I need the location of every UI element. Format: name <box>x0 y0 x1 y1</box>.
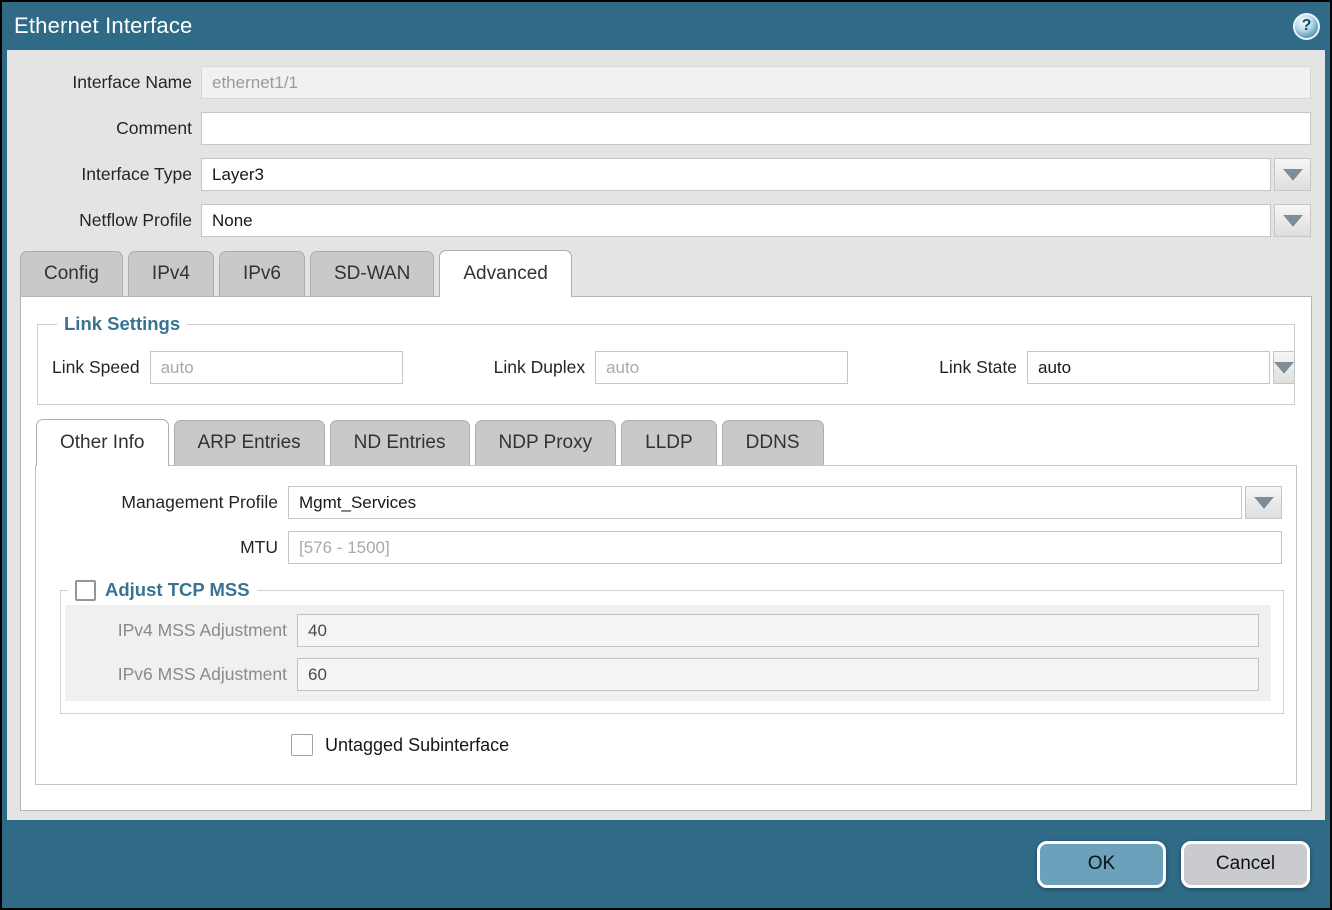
adjust-tcp-mss-fieldset: Adjust TCP MSS IPv4 MSS Adjustment IPv6 … <box>60 579 1284 714</box>
link-settings-fieldset: Link Settings Link Speed Link Duplex Lin… <box>37 313 1295 405</box>
tab-ipv6[interactable]: IPv6 <box>219 251 305 296</box>
chevron-down-icon <box>1283 215 1303 227</box>
netflow-profile-value[interactable] <box>201 204 1271 237</box>
interface-name-label: Interface Name <box>7 72 201 93</box>
link-state-select <box>1027 351 1280 384</box>
link-duplex-group: Link Duplex <box>494 351 848 384</box>
tab-ndp-proxy[interactable]: NDP Proxy <box>475 420 617 465</box>
mtu-row: MTU <box>36 531 1282 564</box>
link-settings-legend: Link Settings <box>57 313 187 335</box>
adjust-tcp-mss-checkbox[interactable] <box>75 580 96 601</box>
dialog-body: Interface Name Comment Interface Type Ne… <box>7 50 1325 820</box>
ok-button[interactable]: OK <box>1037 841 1166 888</box>
tab-lldp[interactable]: LLDP <box>621 420 717 465</box>
management-profile-label: Management Profile <box>36 492 288 513</box>
tab-nd-entries[interactable]: ND Entries <box>330 420 470 465</box>
adjust-tcp-mss-legend-text: Adjust TCP MSS <box>105 579 250 601</box>
link-settings-row: Link Speed Link Duplex Link State <box>52 351 1280 384</box>
tab-sdwan[interactable]: SD-WAN <box>310 251 434 296</box>
tab-config[interactable]: Config <box>20 251 123 296</box>
tab-ddns[interactable]: DDNS <box>722 420 824 465</box>
link-state-label: Link State <box>939 357 1027 378</box>
dialog-titlebar: Ethernet Interface ? <box>2 2 1330 50</box>
untagged-subinterface-row: Untagged Subinterface <box>291 734 1296 756</box>
tab-advanced[interactable]: Advanced <box>439 250 572 297</box>
interface-type-row: Interface Type <box>7 158 1311 191</box>
link-state-dropdown-button[interactable] <box>1273 351 1295 384</box>
management-profile-value[interactable] <box>288 486 1242 519</box>
link-state-group: Link State <box>939 351 1280 384</box>
link-speed-label: Link Speed <box>52 357 150 378</box>
link-duplex-field[interactable] <box>595 351 848 384</box>
ethernet-interface-dialog: Ethernet Interface ? Interface Name Comm… <box>0 0 1332 910</box>
comment-label: Comment <box>7 118 201 139</box>
ipv6-mss-row: IPv6 MSS Adjustment <box>65 658 1259 691</box>
tab-other-info[interactable]: Other Info <box>36 419 169 466</box>
cancel-button[interactable]: Cancel <box>1181 841 1310 888</box>
chevron-down-icon <box>1254 497 1274 509</box>
netflow-profile-label: Netflow Profile <box>7 210 201 231</box>
link-speed-field[interactable] <box>150 351 403 384</box>
untagged-subinterface-checkbox[interactable] <box>291 734 313 756</box>
link-speed-group: Link Speed <box>52 351 403 384</box>
comment-field[interactable] <box>201 112 1311 145</box>
sub-tab-bar: Other Info ARP Entries ND Entries NDP Pr… <box>36 419 1297 465</box>
chevron-down-icon <box>1274 362 1294 374</box>
interface-type-dropdown-button[interactable] <box>1274 158 1311 191</box>
comment-row: Comment <box>7 112 1311 145</box>
other-info-panel: Management Profile MTU Adjust <box>35 465 1297 785</box>
chevron-down-icon <box>1283 169 1303 181</box>
ipv4-mss-row: IPv4 MSS Adjustment <box>65 614 1259 647</box>
interface-type-select <box>201 158 1311 191</box>
dialog-footer: OK Cancel <box>2 820 1330 908</box>
dialog-title: Ethernet Interface <box>14 13 192 39</box>
interface-name-row: Interface Name <box>7 66 1311 99</box>
advanced-tab-panel: Link Settings Link Speed Link Duplex Lin… <box>20 296 1312 811</box>
mss-disabled-panel: IPv4 MSS Adjustment IPv6 MSS Adjustment <box>65 605 1271 701</box>
link-duplex-label: Link Duplex <box>494 357 595 378</box>
mtu-field[interactable] <box>288 531 1282 564</box>
ipv6-mss-field <box>297 658 1259 691</box>
management-profile-dropdown-button[interactable] <box>1245 486 1282 519</box>
interface-name-field <box>201 66 1311 99</box>
tab-ipv4[interactable]: IPv4 <box>128 251 214 296</box>
interface-type-label: Interface Type <box>7 164 201 185</box>
help-icon[interactable]: ? <box>1293 13 1320 40</box>
netflow-profile-select <box>201 204 1311 237</box>
mtu-label: MTU <box>36 537 288 558</box>
interface-type-value[interactable] <box>201 158 1271 191</box>
ipv4-mss-label: IPv4 MSS Adjustment <box>65 620 297 641</box>
ipv6-mss-label: IPv6 MSS Adjustment <box>65 664 297 685</box>
netflow-profile-dropdown-button[interactable] <box>1274 204 1311 237</box>
tab-arp-entries[interactable]: ARP Entries <box>174 420 325 465</box>
untagged-subinterface-label: Untagged Subinterface <box>325 735 509 756</box>
adjust-tcp-mss-legend: Adjust TCP MSS <box>68 579 257 601</box>
ipv4-mss-field <box>297 614 1259 647</box>
main-tab-bar: Config IPv4 IPv6 SD-WAN Advanced <box>20 250 1325 296</box>
link-state-value[interactable] <box>1027 351 1270 384</box>
management-profile-select <box>288 486 1282 519</box>
netflow-profile-row: Netflow Profile <box>7 204 1311 237</box>
management-profile-row: Management Profile <box>36 486 1282 519</box>
